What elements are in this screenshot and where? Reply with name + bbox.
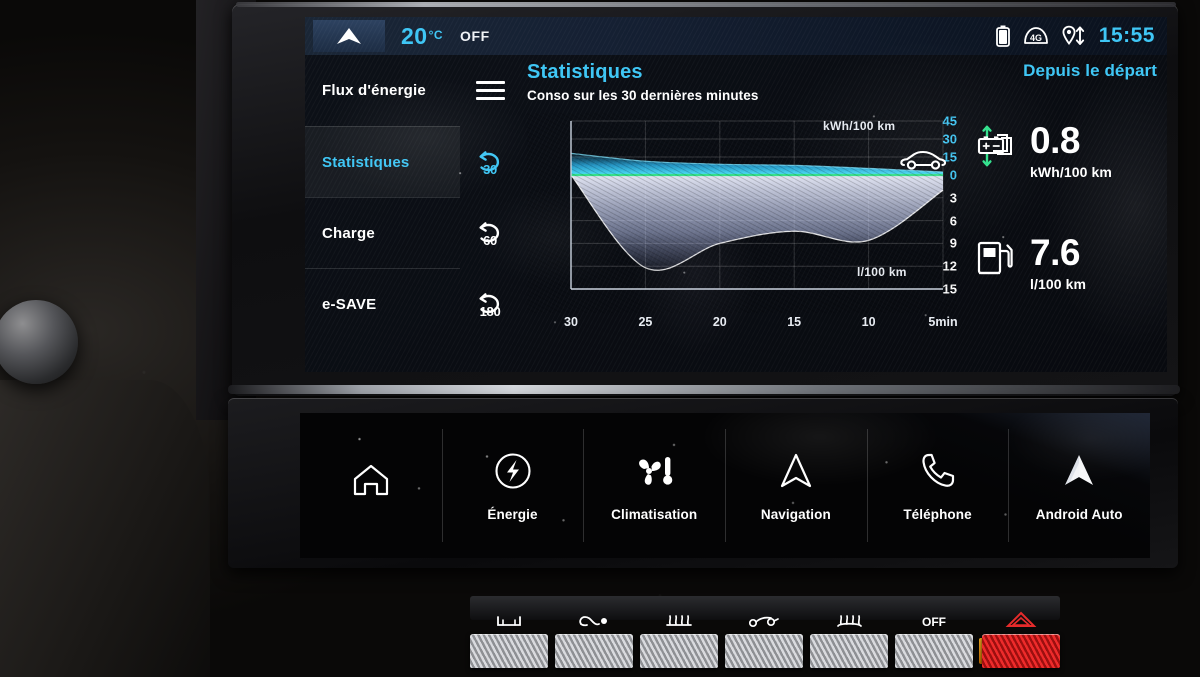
lower-shortcut-bar: Énergie Climatisation Navigation Télépho…	[300, 413, 1150, 558]
status-icons-group: 4G 15:55	[995, 24, 1155, 48]
statistics-chart-panel: Statistiques Conso sur les 30 dernières …	[527, 61, 958, 361]
fan-state-label[interactable]: OFF	[460, 28, 490, 44]
air-recirculation-icon	[555, 613, 633, 634]
consumption-chart: 45301503691215 30252015105min	[527, 113, 958, 329]
summary-row-electric: 0.8 kWh/100 km	[975, 120, 1112, 181]
button-front-defrost[interactable]	[810, 634, 888, 668]
range-button-60[interactable]: 60	[460, 197, 520, 268]
history-range-30-icon: 30	[473, 147, 507, 177]
menu-item-label: Charge	[322, 224, 375, 242]
x-tick: 20	[712, 315, 727, 329]
android-auto-icon	[1057, 449, 1101, 493]
windshield-defrost-icon	[470, 613, 548, 634]
menu-item-label: e-SAVE	[322, 295, 377, 313]
summary-value-electric: 0.8	[1030, 120, 1080, 161]
menu-item-label: Flux d'énergie	[322, 82, 426, 99]
history-range-value: 180	[479, 303, 501, 319]
menu-item-statistiques[interactable]: Statistiques	[305, 126, 460, 197]
home-icon	[349, 457, 393, 501]
svg-text:4G: 4G	[1030, 33, 1042, 43]
energy-bolt-icon	[491, 449, 535, 493]
4g-signal-icon: 4G	[1023, 27, 1048, 44]
trip-summary-panel: Depuis le départ 0.8 kWh/100 km 7.6 l/10…	[965, 61, 1165, 361]
menu-item-label: Statistiques	[322, 153, 410, 171]
seat-backdrop	[0, 380, 210, 677]
button-air-recirculation[interactable]	[555, 634, 633, 668]
car-dashboard-scene: 20°C OFF 4G 15:55 Flux d'énergie Statist…	[0, 0, 1200, 677]
x-tick: 15	[787, 315, 802, 329]
temperature-display[interactable]: 20°C	[401, 23, 443, 50]
svg-text:OFF: OFF	[922, 615, 946, 629]
summary-unit-fuel: l/100 km	[1030, 276, 1087, 293]
hamburger-menu-icon	[475, 77, 505, 105]
airflow-arrow-icon	[337, 28, 361, 44]
shortcut-android-auto[interactable]: Android Auto	[1008, 413, 1150, 558]
front-defrost-icon	[810, 613, 888, 634]
temperature-value: 20	[401, 23, 428, 49]
temperature-unit: °C	[428, 28, 444, 42]
summary-row-fuel: 7.6 l/100 km	[975, 232, 1087, 293]
menu-item-e-save[interactable]: e-SAVE	[305, 268, 460, 339]
shortcut-label: Navigation	[760, 507, 831, 522]
summary-value-fuel: 7.6	[1030, 232, 1080, 273]
bezel-chrome-top-trim	[236, 2, 1176, 7]
car-side-icon	[900, 150, 947, 170]
summary-unit-electric: kWh/100 km	[1030, 164, 1112, 181]
icon-rail: 30 60 180	[460, 55, 520, 372]
battery-icon	[995, 25, 1010, 47]
chart-plot-area	[527, 113, 957, 313]
history-range-value: 60	[483, 232, 497, 248]
button-climate-off[interactable]	[895, 634, 973, 668]
shortcut-climatisation[interactable]: Climatisation	[583, 413, 725, 558]
dashboard-knob[interactable]	[0, 300, 78, 384]
rear-defrost-icon	[640, 613, 718, 634]
shortcut-navigation[interactable]: Navigation	[725, 413, 867, 558]
history-range-180-icon: 180	[473, 289, 507, 319]
history-range-value: 30	[483, 161, 497, 177]
shortcut-energie[interactable]: Énergie	[441, 413, 584, 558]
battery-regen-icon	[977, 125, 1012, 167]
history-range-60-icon: 60	[473, 218, 507, 248]
shortcut-telephone[interactable]: Téléphone	[866, 413, 1009, 558]
button-rear-defrost[interactable]	[640, 634, 718, 668]
x-tick: 10	[861, 315, 876, 329]
hamburger-menu-button[interactable]	[460, 55, 520, 126]
chart-subtitle: Conso sur les 30 dernières minutes	[527, 88, 759, 103]
location-share-icon	[1062, 25, 1084, 46]
status-bar: 20°C OFF 4G 15:55	[305, 17, 1167, 55]
infotainment-screen[interactable]: 20°C OFF 4G 15:55 Flux d'énergie Statist…	[305, 17, 1167, 372]
bezel-chrome-bottom-trim	[228, 385, 1180, 394]
climate-off-icon: OFF	[895, 613, 973, 634]
x-tick: 30	[564, 315, 578, 329]
shortcut-label: Téléphone	[903, 507, 972, 522]
navigation-icon	[774, 449, 818, 493]
menu-item-flux-denergie[interactable]: Flux d'énergie	[305, 55, 460, 126]
shortcut-label: Android Auto	[1035, 507, 1123, 522]
button-windshield-defrost[interactable]	[470, 634, 548, 668]
air-distribution-icon	[725, 613, 803, 634]
button-hazard-lights[interactable]	[982, 634, 1060, 668]
physical-button-row: OFF	[470, 596, 1060, 674]
shortcut-label: Énergie	[487, 507, 538, 522]
climate-fan-icon	[632, 449, 676, 493]
chart-unit-label-electric: kWh/100 km	[823, 119, 896, 133]
phone-icon	[916, 449, 960, 493]
shortcut-label: Climatisation	[611, 507, 698, 522]
page-title: Statistiques	[527, 61, 643, 83]
clock: 15:55	[1098, 24, 1155, 47]
range-button-180[interactable]: 180	[460, 268, 520, 339]
range-button-30[interactable]: 30	[460, 126, 520, 197]
side-menu: Flux d'énergie Statistiques Charge e-SAV…	[305, 55, 460, 372]
trip-summary-title: Depuis le départ	[1023, 61, 1157, 80]
menu-item-charge[interactable]: Charge	[305, 197, 460, 268]
chart-unit-label-fuel: l/100 km	[857, 265, 907, 279]
hazard-lights-icon	[982, 611, 1060, 634]
x-tick: 5min	[928, 315, 958, 329]
fuel-pump-icon	[977, 241, 1013, 275]
x-tick: 25	[638, 315, 653, 329]
shortcut-home[interactable]	[300, 413, 442, 558]
button-air-distribution[interactable]	[725, 634, 803, 668]
